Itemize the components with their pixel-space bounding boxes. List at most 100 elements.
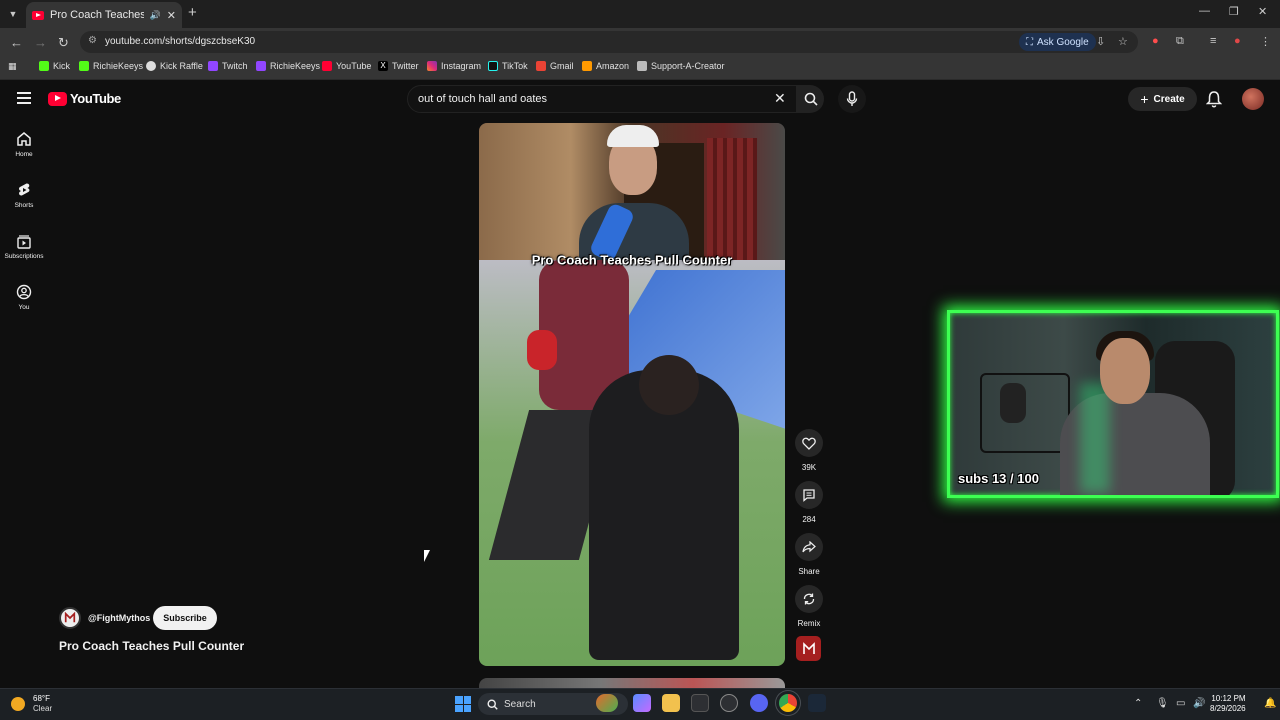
notifications-bell-icon[interactable]	[1205, 90, 1223, 113]
ask-google-button[interactable]: ⛶ Ask Google	[1019, 33, 1096, 51]
search-icon	[804, 92, 818, 106]
channel-name[interactable]: @FightMythos	[88, 613, 150, 623]
forward-arrow-icon[interactable]: →	[34, 35, 47, 50]
youtube-play-icon	[48, 91, 67, 106]
restore-icon[interactable]: ❐	[1229, 5, 1239, 18]
weather-condition: Clear	[33, 704, 53, 713]
taskbar-clock[interactable]: 10:12 PM 8/29/2026	[1210, 694, 1246, 714]
bookmark-twitter[interactable]: X Twitter	[378, 61, 419, 71]
copilot-icon[interactable]	[633, 694, 651, 712]
reload-icon[interactable]: ↻	[58, 35, 69, 51]
minimize-icon[interactable]: —	[1199, 5, 1210, 17]
weather-widget[interactable]: 68°F Clear	[11, 694, 52, 714]
nav-label-shorts: Shorts	[14, 202, 34, 209]
bookmark-twitch[interactable]: Twitch	[208, 61, 248, 71]
boxing-glove	[527, 330, 557, 370]
short-video-player[interactable]: Pro Coach Teaches Pull Counter	[479, 123, 785, 666]
bookmark-amazon[interactable]: Amazon	[582, 61, 629, 71]
new-tab-icon[interactable]: +	[188, 4, 197, 21]
comments-button[interactable]	[795, 481, 823, 509]
account-avatar[interactable]	[1242, 88, 1264, 110]
volume-icon[interactable]: 🔊	[1193, 698, 1205, 709]
subs-goal-text: subs 13 / 100	[958, 471, 1039, 486]
file-explorer-icon[interactable]	[662, 694, 680, 712]
tab-search-menu-icon[interactable]: ▼	[4, 5, 22, 23]
nav-item-shorts[interactable]: Shorts	[0, 182, 48, 209]
share-arrow-icon	[802, 541, 816, 553]
subscriptions-icon	[17, 235, 31, 249]
like-button[interactable]	[795, 429, 823, 457]
remix-action[interactable]: Remix	[795, 585, 823, 628]
browser-menu-icon[interactable]: ⋮	[1260, 35, 1271, 48]
streamer-face	[1100, 338, 1150, 404]
video-facecam-panel	[479, 123, 785, 263]
home-icon	[17, 132, 31, 146]
lens-icon: ⛶	[1026, 36, 1033, 48]
browser-tab-active[interactable]: Pro Coach Teaches Pull Counter 🔊 ✕	[26, 2, 182, 28]
bookmark-gmail[interactable]: Gmail	[536, 61, 574, 71]
obs-icon[interactable]	[720, 694, 738, 712]
notifications-icon[interactable]: 🔔	[1264, 698, 1276, 709]
install-app-icon[interactable]: ⇩	[1096, 35, 1105, 48]
youtube-logo[interactable]: YouTube	[48, 91, 121, 106]
nav-item-you[interactable]: You	[0, 284, 48, 311]
subscribe-button[interactable]: Subscribe	[153, 606, 217, 630]
share-button[interactable]	[795, 533, 823, 561]
apps-grid-icon[interactable]: ▦	[8, 61, 17, 72]
tray-overflow-icon[interactable]: ⌃	[1134, 698, 1142, 709]
extension-record-icon[interactable]: ●	[1152, 35, 1159, 47]
bookmark-instagram[interactable]: Instagram	[427, 61, 481, 71]
create-button[interactable]: + Create	[1128, 87, 1197, 111]
profile-icon[interactable]: ●	[1234, 35, 1241, 47]
bookmark-richiekeeys[interactable]: RichieKeeys	[79, 61, 143, 71]
x-twitter-icon: X	[378, 61, 388, 71]
excel-icon[interactable]	[691, 694, 709, 712]
bookmark-kick[interactable]: Kick	[39, 61, 70, 71]
search-query-text[interactable]: out of touch hall and oates	[418, 93, 547, 105]
weather-temperature: 68°F	[33, 694, 50, 703]
bookmark-tiktok[interactable]: TikTok	[488, 61, 528, 71]
site-info-icon[interactable]: ⚙	[88, 35, 97, 46]
network-icon[interactable]: ▭	[1176, 698, 1185, 709]
twitch-icon	[256, 61, 266, 71]
chrome-icon[interactable]	[779, 694, 797, 712]
windows-start-icon[interactable]	[455, 696, 471, 712]
voice-search-button[interactable]	[838, 85, 866, 113]
tab-close-icon[interactable]: ✕	[167, 9, 176, 22]
tab-audio-icon[interactable]: 🔊	[150, 10, 161, 21]
nav-label-home: Home	[15, 151, 33, 158]
steam-icon[interactable]	[808, 694, 826, 712]
video-host-figure	[579, 123, 689, 263]
nav-item-subscriptions[interactable]: Subscriptions	[0, 233, 48, 260]
hamburger-menu-icon[interactable]	[17, 92, 31, 104]
like-action[interactable]: 39K	[795, 429, 823, 472]
bookmark-richiekeeys-twitch[interactable]: RichieKeeys	[256, 61, 320, 71]
back-arrow-icon[interactable]: ←	[10, 35, 23, 50]
clock-time: 10:12 PM	[1211, 694, 1246, 703]
short-title[interactable]: Pro Coach Teaches Pull Counter	[59, 639, 244, 653]
share-action[interactable]: Share	[795, 533, 823, 576]
url-text[interactable]: youtube.com/shorts/dgszcbseK30	[105, 36, 255, 47]
window-close-icon[interactable]: ✕	[1258, 5, 1267, 18]
taskbar-search-label: Search	[504, 698, 536, 710]
discord-icon[interactable]	[750, 694, 768, 712]
bookmark-star-icon[interactable]: ☆	[1118, 35, 1128, 48]
bookmark-support-a-creator[interactable]: Support-A-Creator	[637, 61, 725, 71]
comments-action[interactable]: 284	[795, 481, 823, 524]
media-controls-icon[interactable]: ≡	[1210, 35, 1216, 47]
bookmark-youtube[interactable]: YouTube	[322, 61, 371, 71]
nav-item-home[interactable]: Home	[0, 131, 48, 158]
extensions-puzzle-icon[interactable]: ⧉	[1176, 35, 1184, 48]
search-button[interactable]	[797, 85, 824, 113]
channel-avatar-small[interactable]	[796, 636, 821, 661]
video-fight-clip	[479, 260, 785, 666]
streamer-facecam-overlay: subs 13 / 100	[947, 310, 1279, 498]
clear-search-icon[interactable]: ✕	[774, 90, 786, 107]
youtube-icon	[322, 61, 332, 71]
channel-avatar[interactable]	[59, 607, 81, 629]
search-highlight-icon	[596, 694, 618, 712]
bookmark-kick-raffle[interactable]: Kick Raffle	[146, 61, 203, 71]
remix-button[interactable]	[795, 585, 823, 613]
microphone-tray-icon[interactable]: 🎙	[1156, 698, 1169, 709]
video-overlay-caption: Pro Coach Teaches Pull Counter	[531, 252, 733, 268]
